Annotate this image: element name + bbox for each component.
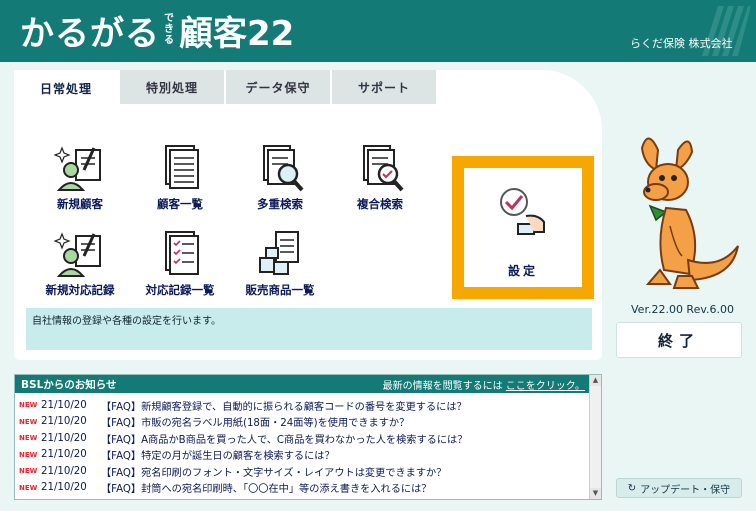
news-date: 21/10/20 [41, 416, 87, 428]
multi-search-icon [263, 145, 304, 192]
tab-special[interactable]: 特別処理 [120, 70, 224, 104]
app-logo: かるがる できる 顧客22 [20, 8, 294, 54]
kangaroo-mascot-image [640, 137, 739, 289]
news-link[interactable]: ここをクリック。 [506, 381, 585, 392]
news-text: 【FAQ】宛名印刷のフォント・文字サイズ・レイアウトは変更できますか？ [101, 467, 447, 479]
news-list: NEW 21/10/20 【FAQ】新規顧客登録で、自動的に振られる顧客コードの… [15, 393, 601, 496]
news-text: 【FAQ】特定の月が誕生日の顧客を検索するには？ [101, 451, 335, 463]
product-list-label: 販売商品一覧 [245, 283, 315, 297]
tab-data-maintenance[interactable]: データ保守 [226, 70, 330, 104]
multi-search-label: 多重検索 [257, 197, 303, 211]
compound-search-label: 複合検索 [357, 197, 403, 211]
settings-button[interactable]: 設定 [452, 156, 594, 299]
new-badge: NEW [19, 483, 38, 492]
news-date: 21/10/20 [41, 432, 87, 444]
scroll-up-arrow-icon[interactable]: ▲ [590, 375, 601, 386]
news-date: 21/10/20 [41, 399, 87, 411]
news-scrollbar[interactable]: ▲ ▼ [589, 375, 601, 499]
record-list-label: 対応記録一覧 [145, 283, 215, 297]
new-record-icon [54, 232, 101, 277]
new-customer-icon [54, 146, 101, 191]
news-item[interactable]: NEW 21/10/20 【FAQ】特定の月が誕生日の顧客を検索するには？ [17, 447, 601, 464]
customer-list-label: 顧客一覧 [157, 197, 203, 211]
news-header: BSLからのお知らせ 最新の情報を閲覧するには ここをクリック。 [15, 375, 601, 393]
product-list-button[interactable]: 販売商品一覧 [230, 228, 330, 298]
company-name: らくだ保険 株式会社 [630, 37, 733, 50]
settings-label: 設定 [507, 264, 538, 278]
multi-search-button[interactable]: 多重検索 [230, 142, 330, 212]
new-badge: NEW [19, 401, 38, 410]
tab-bar: 日常処理 特別処理 データ保守 サポート [14, 70, 438, 106]
customer-list-icon [165, 145, 199, 189]
news-panel: BSLからのお知らせ 最新の情報を閲覧するには ここをクリック。 NEW 21/… [14, 374, 602, 500]
news-date: 21/10/20 [41, 449, 87, 461]
news-link-area: 最新の情報を閲覧するには ここをクリック。 [383, 377, 585, 392]
new-badge: NEW [19, 434, 38, 443]
compound-search-icon [363, 145, 404, 192]
news-date: 21/10/20 [41, 465, 87, 477]
news-text: 【FAQ】封筒への宛名印刷時、「〇〇在中」等の添え書きを入れるには？ [101, 484, 432, 496]
record-list-button[interactable]: 対応記録一覧 [130, 228, 230, 298]
news-title: BSLからのお知らせ [21, 378, 117, 391]
new-badge: NEW [19, 417, 38, 426]
version-text: Ver.22.00 Rev.6.00 [631, 303, 734, 316]
news-text: 【FAQ】市販の宛名ラベル用紙(18面・24面等)を使用できますか？ [101, 418, 410, 430]
news-item[interactable]: NEW 21/10/20 【FAQ】宛名印刷のフォント・文字サイズ・レイアウトは… [17, 463, 601, 480]
description-box: 自社情報の登録や各種の設定を行います。 [26, 308, 592, 350]
settings-icon [500, 188, 545, 235]
logo-small-text: できる [164, 13, 174, 46]
news-date: 21/10/20 [41, 482, 87, 494]
tab-support[interactable]: サポート [332, 70, 436, 104]
exit-button[interactable]: 終了 [616, 322, 742, 358]
new-customer-button[interactable]: 新規顧客 [30, 142, 130, 212]
news-text: 【FAQ】新規顧客登録で、自動的に振られる顧客コードの番号を変更するには？ [101, 401, 467, 413]
tab-daily[interactable]: 日常処理 [14, 70, 118, 106]
update-label: アップデート・保守 [640, 484, 731, 496]
new-badge: NEW [19, 450, 38, 459]
news-item[interactable]: NEW 21/10/20 【FAQ】新規顧客登録で、自動的に振られる顧客コードの… [17, 397, 601, 414]
refresh-icon: ↻ [627, 482, 637, 494]
news-link-prefix: 最新の情報を閲覧するには [382, 380, 503, 392]
new-record-button[interactable]: 新規対応記録 [30, 228, 130, 298]
product-list-icon [259, 231, 299, 275]
new-customer-label: 新規顧客 [57, 197, 103, 211]
record-list-icon [165, 231, 199, 275]
customer-list-button[interactable]: 顧客一覧 [130, 142, 230, 212]
update-maintenance-button[interactable]: ↻ アップデート・保守 [616, 478, 742, 498]
scroll-down-arrow-icon[interactable]: ▼ [590, 488, 601, 499]
news-item[interactable]: NEW 21/10/20 【FAQ】市販の宛名ラベル用紙(18面・24面等)を使… [17, 414, 601, 431]
logo-main-text: かるがる [20, 14, 160, 54]
logo-product-text: 顧客22 [179, 14, 295, 54]
news-text: 【FAQ】A商品かB商品を買った人で、C商品を買わなかった人を検索するには？ [101, 434, 468, 446]
new-badge: NEW [19, 467, 38, 476]
app-header: かるがる できる 顧客22 らくだ保険 株式会社 [0, 0, 756, 62]
news-item[interactable]: NEW 21/10/20 【FAQ】封筒への宛名印刷時、「〇〇在中」等の添え書き… [17, 480, 601, 497]
compound-search-button[interactable]: 複合検索 [330, 142, 430, 212]
news-item[interactable]: NEW 21/10/20 【FAQ】A商品かB商品を買った人で、C商品を買わなか… [17, 430, 601, 447]
new-record-label: 新規対応記録 [45, 283, 115, 297]
